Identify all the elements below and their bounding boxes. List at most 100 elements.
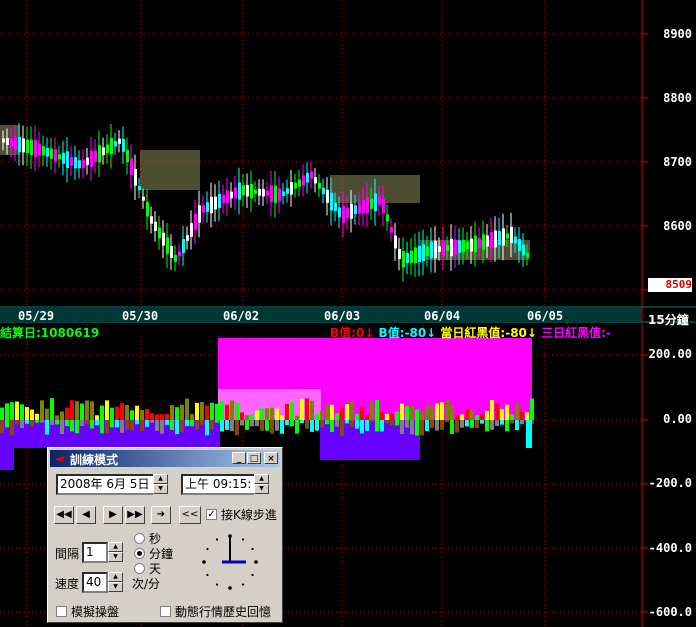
fast-forward-button[interactable]: ▶▶ (125, 506, 145, 524)
histogram-bar-up (35, 413, 39, 420)
spin-up-icon[interactable]: ▲ (108, 542, 123, 552)
step-by-k-label: 接K線步進 (221, 508, 277, 522)
histogram-bar-down (260, 420, 264, 431)
candle-body (198, 205, 201, 223)
histogram-bar-down (420, 420, 424, 436)
step-by-k-checkbox[interactable]: ✓ (206, 509, 217, 520)
speed-spinner[interactable]: ▲ ▼ (108, 572, 123, 593)
candle-body (150, 216, 153, 224)
date-spinner[interactable]: ▲ ▼ (153, 474, 168, 495)
histogram-bar-up (230, 400, 234, 420)
histogram-bar-up (310, 400, 314, 420)
candle-body (22, 138, 25, 153)
date-label-0603: 06/03 (324, 309, 361, 323)
histogram-bar-down (80, 420, 84, 426)
histogram-bar-down (430, 420, 434, 429)
candle-body (86, 157, 89, 165)
simulate-trading-checkbox[interactable] (56, 606, 67, 617)
histogram-bar-up (480, 413, 484, 420)
histogram-bar-down (225, 420, 229, 430)
spin-down-icon[interactable]: ▼ (108, 552, 123, 562)
rewind-button[interactable]: << (179, 506, 201, 524)
lower-axis-label-200: 200.00 (648, 347, 692, 361)
candle-body (138, 185, 141, 191)
first-button[interactable]: ◀◀ (54, 506, 74, 524)
spin-up-icon[interactable]: ▲ (108, 572, 123, 582)
candle-body (518, 239, 521, 251)
radio-minutes[interactable] (134, 548, 145, 559)
dynamic-history-checkbox[interactable] (160, 606, 171, 617)
histogram-bar-down (250, 420, 254, 427)
histogram-bar-down (350, 420, 354, 427)
minimize-button[interactable]: _ (232, 452, 246, 464)
candle-body (194, 213, 197, 231)
histogram-bar-up (45, 408, 49, 420)
spin-down-icon[interactable]: ▼ (254, 484, 269, 494)
indicator-b-value-2: B值:-80↓ (378, 326, 437, 340)
clock-tick (241, 538, 245, 541)
candle-body (406, 252, 409, 264)
histogram-bar-up (510, 414, 514, 420)
histogram-bar-down (30, 420, 34, 427)
spin-up-icon[interactable]: ▲ (254, 474, 269, 484)
candle-body (310, 171, 313, 179)
histogram-bar-down (240, 420, 244, 426)
speed-input[interactable]: 40 (82, 572, 108, 593)
maximize-button[interactable]: □ (247, 452, 261, 464)
candle-body (482, 234, 485, 250)
candle-body (298, 179, 301, 187)
histogram-bar-up (40, 400, 44, 420)
histogram-bar-up (350, 400, 354, 420)
candle-body (474, 235, 477, 253)
candle-body (118, 138, 121, 144)
candle-body (362, 200, 365, 214)
step-button[interactable]: ➔ (151, 506, 171, 524)
candle-body (202, 205, 205, 213)
histogram-bar-up (435, 403, 439, 420)
app-icon (54, 453, 66, 463)
next-button[interactable]: ▶ (103, 506, 123, 524)
histogram-bar-up (190, 414, 194, 420)
histogram-bar-down (20, 420, 24, 429)
radio-seconds[interactable] (134, 533, 145, 544)
candle-body (374, 193, 377, 212)
histogram-bar-down (200, 420, 204, 425)
histogram-bar-down (450, 420, 454, 435)
histogram-bar-up (505, 404, 509, 420)
histogram-bar-down (85, 420, 89, 425)
interval-spinner[interactable]: ▲ ▼ (108, 542, 123, 563)
histogram-bar-down (465, 420, 469, 427)
price-axis-label-8700: 8700 (663, 155, 692, 169)
histogram-bar-up (145, 408, 149, 420)
candle-body (174, 254, 177, 262)
time-picker[interactable]: 上午 09:15: (181, 474, 257, 495)
radio-days[interactable] (134, 563, 145, 574)
spin-down-icon[interactable]: ▼ (108, 582, 123, 592)
histogram-bar-up (275, 408, 279, 420)
prev-button[interactable]: ◀ (76, 506, 96, 524)
last-bar (526, 420, 532, 448)
histogram-bar-up (470, 408, 474, 420)
time-spinner[interactable]: ▲ ▼ (254, 474, 269, 495)
spin-down-icon[interactable]: ▼ (153, 484, 168, 494)
histogram-bar-up (235, 402, 239, 420)
histogram-bar-up (65, 407, 69, 420)
clock-tick (228, 586, 232, 590)
histogram-bar-down (300, 420, 304, 424)
interval-input[interactable]: 1 (82, 542, 108, 563)
indicator-header: B值:0↓ B值:-80↓ 當日紅黑值:-80↓ 三日紅黑值:- (330, 324, 642, 341)
histogram-bar-down (295, 420, 299, 434)
close-button[interactable]: × (264, 452, 278, 464)
histogram-bar-down (110, 420, 114, 428)
histogram-bar-up (365, 414, 369, 420)
candle-body (522, 244, 525, 256)
candle-body (314, 177, 317, 184)
histogram-bar-down (385, 420, 389, 424)
dialog-title-bar[interactable]: 訓練模式 _ □ × (50, 450, 280, 467)
histogram-bar-down (275, 420, 279, 431)
spin-up-icon[interactable]: ▲ (153, 474, 168, 484)
date-picker[interactable]: 2008年 6月 5日 (56, 474, 160, 495)
histogram-bar-down (100, 420, 104, 434)
histogram-bar-down (405, 420, 409, 428)
candle-body (78, 160, 81, 169)
